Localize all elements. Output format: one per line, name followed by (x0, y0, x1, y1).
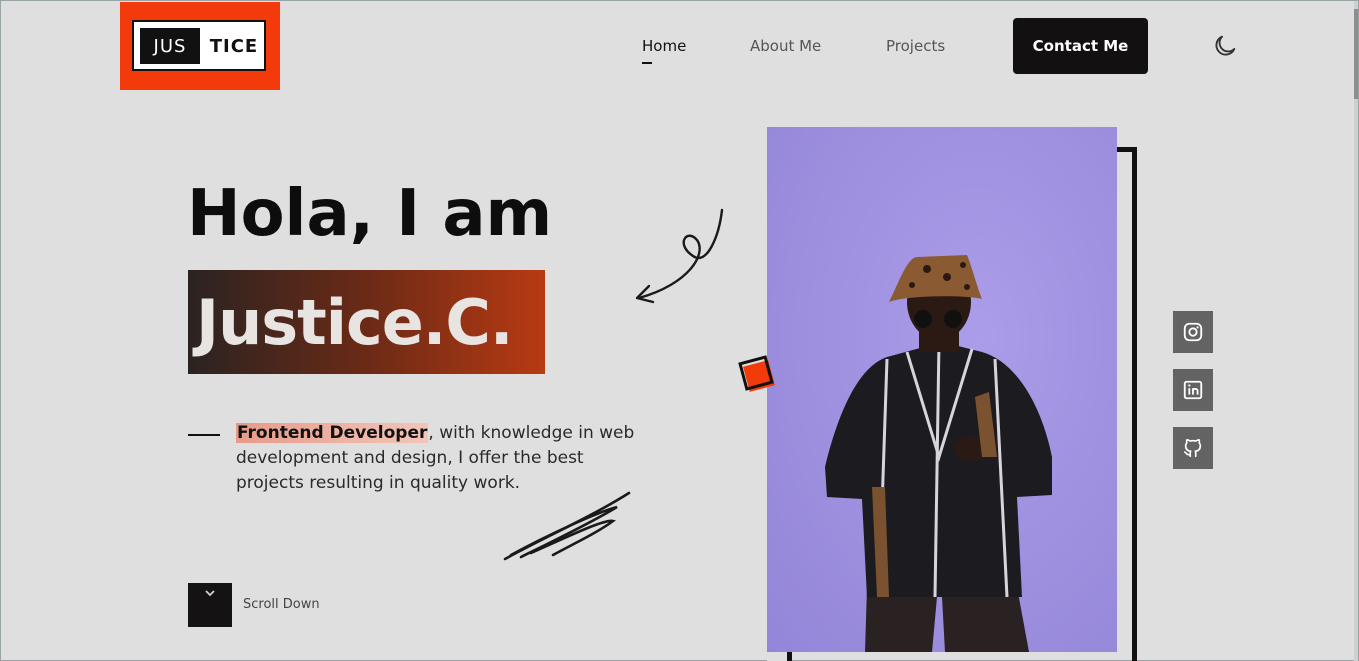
hero-name-banner: Justice.C. (188, 270, 545, 374)
hero-name: Justice.C. (196, 285, 513, 359)
logo-part-light: TICE (209, 35, 259, 57)
profile-photo (767, 127, 1117, 652)
logo-part-dark: JUS (140, 28, 200, 64)
scrollbar-thumb[interactable] (1354, 9, 1358, 99)
nav-projects-link[interactable]: Projects (886, 37, 945, 55)
instagram-icon (1183, 322, 1203, 342)
scribble-icon (503, 491, 631, 561)
description-dash (188, 434, 220, 436)
hero-greeting: Hola, I am (187, 177, 553, 251)
page: JUS TICE Home About Me Projects Contact … (0, 0, 1359, 661)
linkedin-link[interactable] (1173, 369, 1213, 411)
square-decoration-icon (738, 355, 775, 392)
scroll-down-button[interactable] (188, 583, 232, 627)
curly-arrow-icon (635, 208, 724, 304)
chevron-down-icon (205, 590, 215, 597)
person-illustration (825, 255, 1052, 652)
page-scrollbar[interactable] (1354, 1, 1358, 661)
role-highlight: Frontend Developer (236, 423, 429, 443)
nav-about-link[interactable]: About Me (750, 37, 821, 55)
hero-description: Frontend Developer, with knowledge in we… (236, 421, 656, 496)
scroll-down-label: Scroll Down (243, 597, 320, 612)
linkedin-icon (1183, 380, 1203, 400)
instagram-link[interactable] (1173, 311, 1213, 353)
github-icon (1183, 438, 1202, 458)
contact-button[interactable]: Contact Me (1013, 18, 1148, 74)
moon-icon[interactable] (1211, 32, 1239, 60)
logo-frame: JUS TICE (132, 20, 266, 71)
logo[interactable]: JUS TICE (120, 2, 280, 90)
github-link[interactable] (1173, 427, 1213, 469)
nav-home-link[interactable]: Home (642, 37, 686, 64)
